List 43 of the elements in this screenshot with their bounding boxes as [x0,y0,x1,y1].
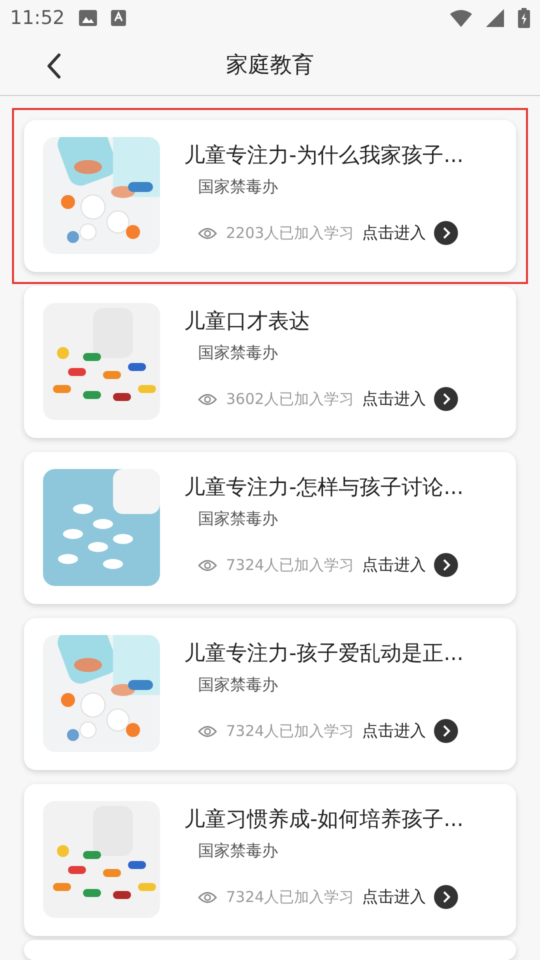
chevron-right-icon[interactable] [434,387,458,411]
learner-count: 7324人已加入学习 [226,720,354,742]
battery-icon [518,8,530,28]
status-time: 11:52 [10,6,65,31]
eye-icon [198,724,217,738]
eye-icon [198,226,217,240]
course-source: 国家禁毒办 [198,342,279,364]
course-card[interactable]: 儿童习惯养成-如何培养孩子... 国家禁毒办 7324人已加入学习 点击进入 [24,784,516,936]
course-source: 国家禁毒办 [198,674,279,696]
course-title: 儿童习惯养成-如何培养孩子... [184,806,465,833]
course-card[interactable]: 儿童口才表达 国家禁毒办 3602人已加入学习 点击进入 [24,286,516,438]
keyboard-icon [110,10,126,26]
chevron-right-icon[interactable] [434,885,458,909]
learner-count: 7324人已加入学习 [226,554,354,576]
enter-link[interactable]: 点击进入 [362,553,426,577]
back-icon [46,53,62,79]
enter-link[interactable]: 点击进入 [362,719,426,743]
enter-link[interactable]: 点击进入 [362,221,426,245]
eye-icon [198,392,217,406]
chevron-right-icon[interactable] [434,221,458,245]
course-card[interactable]: 儿童专注力-为什么我家孩子... 国家禁毒办 2203人已加入学习 点击进入 [24,120,516,272]
signal-icon [486,9,504,27]
image-icon [78,10,97,26]
wifi-icon [450,9,472,27]
course-source: 国家禁毒办 [198,508,279,530]
course-title: 儿童口才表达 [184,308,311,335]
enter-link[interactable]: 点击进入 [362,387,426,411]
course-title: 儿童专注力-怎样与孩子讨论... [184,474,465,501]
course-source: 国家禁毒办 [198,840,279,862]
course-card[interactable]: 儿童专注力-怎样与孩子讨论... 国家禁毒办 7324人已加入学习 点击进入 [24,452,516,604]
course-title: 儿童专注力-为什么我家孩子... [184,142,465,169]
course-source: 国家禁毒办 [198,176,279,198]
course-card[interactable]: 儿童专注力-孩子爱乱动是正... 国家禁毒办 7324人已加入学习 点击进入 [24,618,516,770]
course-title: 儿童专注力-孩子爱乱动是正... [184,640,465,667]
eye-icon [198,890,217,904]
chevron-right-icon[interactable] [434,553,458,577]
learner-count: 2203人已加入学习 [226,222,354,244]
learner-count: 7324人已加入学习 [226,886,354,908]
page-title: 家庭教育 [226,52,314,80]
learner-count: 3602人已加入学习 [226,388,354,410]
enter-link[interactable]: 点击进入 [362,885,426,909]
chevron-right-icon[interactable] [434,719,458,743]
eye-icon [198,558,217,572]
